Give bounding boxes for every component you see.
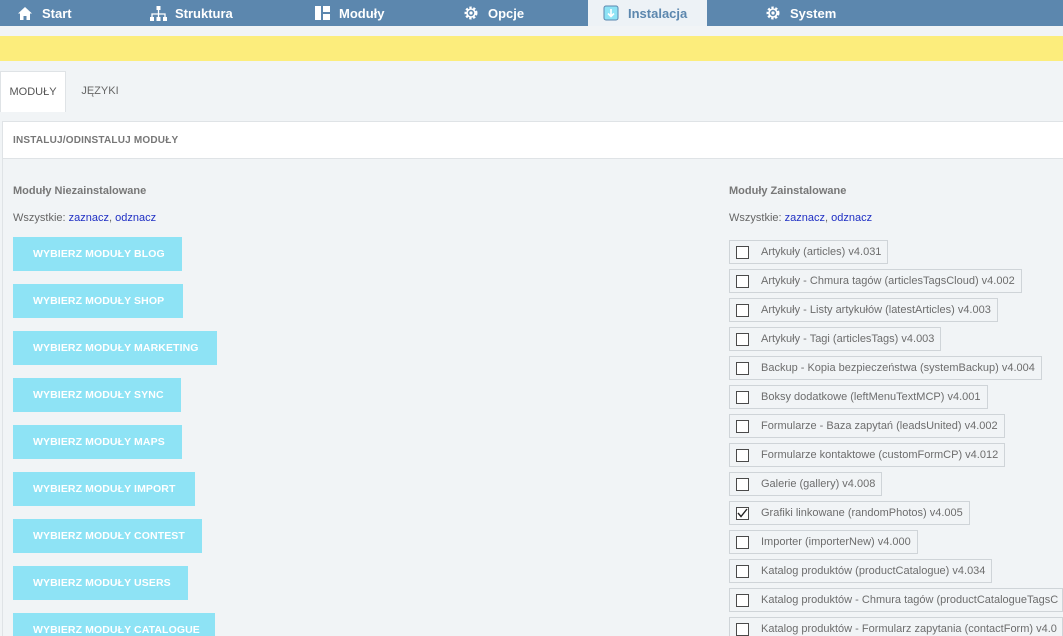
- uninstalled-title: Moduły Niezainstalowane: [13, 185, 147, 197]
- module-checkbox[interactable]: [736, 332, 749, 346]
- module-row[interactable]: Katalog produktów (productCatalogue) v4.…: [729, 559, 993, 583]
- tab-bar: MODUŁY JĘZYKI: [0, 71, 1063, 112]
- pick-catalogue-button[interactable]: WYBIERZ MODUŁY CATALOGUE: [13, 613, 215, 636]
- module-label: Katalog produktów (productCatalogue) v4.…: [761, 565, 986, 577]
- all-label: Wszystkie:: [729, 212, 785, 224]
- pick-shop-button[interactable]: WYBIERZ MODUŁY SHOP: [13, 284, 183, 318]
- module-row[interactable]: Importer (importerNew) v4.000: [729, 530, 918, 554]
- module-row[interactable]: Katalog produktów - Chmura tagów (produc…: [729, 588, 1063, 612]
- top-navigation: Start Struktura Moduły Opcje Instalacja …: [0, 0, 1063, 26]
- module-label: Formularze kontaktowe (customFormCP) v4.…: [761, 449, 999, 461]
- module-row[interactable]: Artykuły - Listy artykułów (latestArticl…: [729, 298, 998, 322]
- module-label: Katalog produktów - Chmura tagów (produc…: [761, 594, 1059, 606]
- nav-struktura[interactable]: Struktura: [149, 0, 233, 26]
- nav-opcje[interactable]: Opcje: [462, 0, 524, 26]
- deselect-all-link[interactable]: odznacz: [831, 212, 872, 224]
- module-row[interactable]: Katalog produktów - Formularz zapytania …: [729, 617, 1063, 636]
- tab-moduly-label: MODUŁY: [9, 86, 57, 98]
- nav-struktura-label: Struktura: [175, 5, 233, 21]
- module-checkbox[interactable]: [736, 390, 749, 404]
- module-label: Katalog produktów - Formularz zapytania …: [761, 623, 1057, 635]
- tab-moduly[interactable]: MODUŁY: [0, 71, 66, 112]
- select-all-link[interactable]: zaznacz: [785, 212, 825, 224]
- module-checkbox[interactable]: [736, 477, 749, 491]
- module-label: Artykuły - Chmura tagów (articlesTagsClo…: [761, 275, 1015, 287]
- module-row[interactable]: Grafiki linkowane (randomPhotos) v4.005: [729, 501, 970, 525]
- pick-contest-button[interactable]: WYBIERZ MODUŁY CONTEST: [13, 519, 202, 553]
- layout-icon: [313, 4, 331, 22]
- nav-opcje-label: Opcje: [488, 5, 525, 21]
- nav-instalacja-label: Instalacja: [628, 5, 688, 21]
- module-checkbox[interactable]: [736, 448, 749, 462]
- module-checkbox[interactable]: [736, 506, 749, 520]
- module-label: Galerie (gallery) v4.008: [761, 478, 876, 490]
- module-checkbox[interactable]: [736, 361, 749, 375]
- gear-icon: [764, 4, 782, 22]
- module-label: Artykuły - Listy artykułów (latestArticl…: [761, 304, 991, 316]
- module-row[interactable]: Artykuły - Chmura tagów (articlesTagsClo…: [729, 269, 1022, 293]
- module-checkbox[interactable]: [736, 535, 749, 549]
- module-row[interactable]: Backup - Kopia bezpieczeństwa (systemBac…: [729, 356, 1042, 380]
- nav-moduly[interactable]: Moduły: [313, 0, 385, 26]
- nav-moduly-label: Moduły: [339, 5, 385, 21]
- module-row[interactable]: Artykuły (articles) v4.031: [729, 240, 889, 264]
- nav-start[interactable]: Start: [16, 0, 72, 26]
- select-all-link[interactable]: zaznacz: [69, 212, 109, 224]
- uninstalled-select-all: Wszystkie: zaznacz, odznacz: [13, 212, 156, 224]
- module-checkbox[interactable]: [736, 419, 749, 433]
- module-row[interactable]: Artykuły - Tagi (articlesTags) v4.003: [729, 327, 942, 351]
- module-checkbox[interactable]: [736, 622, 749, 636]
- module-checkbox[interactable]: [736, 593, 749, 607]
- pick-users-button[interactable]: WYBIERZ MODUŁY USERS: [13, 566, 188, 600]
- module-label: Artykuły - Tagi (articlesTags) v4.003: [761, 333, 935, 345]
- module-checkbox[interactable]: [736, 564, 749, 578]
- module-label: Boksy dodatkowe (leftMenuTextMCP) v4.001: [761, 391, 981, 403]
- nav-instalacja[interactable]: Instalacja: [588, 0, 707, 26]
- module-row[interactable]: Formularze - Baza zapytań (leadsUnited) …: [729, 414, 1005, 438]
- module-label: Importer (importerNew) v4.000: [761, 536, 911, 548]
- deselect-all-link[interactable]: odznacz: [115, 212, 156, 224]
- installed-title: Moduły Zainstalowane: [729, 185, 847, 197]
- nav-start-label: Start: [42, 5, 72, 21]
- pick-marketing-button[interactable]: WYBIERZ MODUŁY MARKETING: [13, 331, 217, 365]
- module-checkbox[interactable]: [736, 303, 749, 317]
- pick-import-button[interactable]: WYBIERZ MODUŁY IMPORT: [13, 472, 195, 506]
- module-row[interactable]: Boksy dodatkowe (leftMenuTextMCP) v4.001: [729, 385, 988, 409]
- module-checkbox[interactable]: [736, 245, 749, 259]
- module-row[interactable]: Galerie (gallery) v4.008: [729, 472, 883, 496]
- install-icon: [602, 4, 620, 22]
- nav-system[interactable]: System: [764, 0, 836, 26]
- module-label: Backup - Kopia bezpieczeństwa (systemBac…: [761, 362, 1035, 374]
- panel-title: INSTALUJ/ODINSTALUJ MODUŁY: [3, 122, 1063, 159]
- tab-jezyki[interactable]: JĘZYKI: [66, 71, 134, 111]
- module-label: Formularze - Baza zapytań (leadsUnited) …: [761, 420, 998, 432]
- gear-icon: [462, 4, 480, 22]
- pick-maps-button[interactable]: WYBIERZ MODUŁY MAPS: [13, 425, 182, 459]
- sitemap-icon: [149, 4, 167, 22]
- nav-system-label: System: [790, 5, 837, 21]
- pick-blog-button[interactable]: WYBIERZ MODUŁY BLOG: [13, 237, 182, 271]
- installed-select-all: Wszystkie: zaznacz, odznacz: [729, 212, 872, 224]
- tab-jezyki-label: JĘZYKI: [81, 85, 119, 97]
- all-label: Wszystkie:: [13, 212, 69, 224]
- module-label: Artykuły (articles) v4.031: [761, 246, 882, 258]
- notice-bar: [0, 36, 1063, 61]
- module-label: Grafiki linkowane (randomPhotos) v4.005: [761, 507, 963, 519]
- pick-sync-button[interactable]: WYBIERZ MODUŁY SYNC: [13, 378, 181, 412]
- module-checkbox[interactable]: [736, 274, 749, 288]
- module-row[interactable]: Formularze kontaktowe (customFormCP) v4.…: [729, 443, 1006, 467]
- home-icon: [16, 4, 34, 22]
